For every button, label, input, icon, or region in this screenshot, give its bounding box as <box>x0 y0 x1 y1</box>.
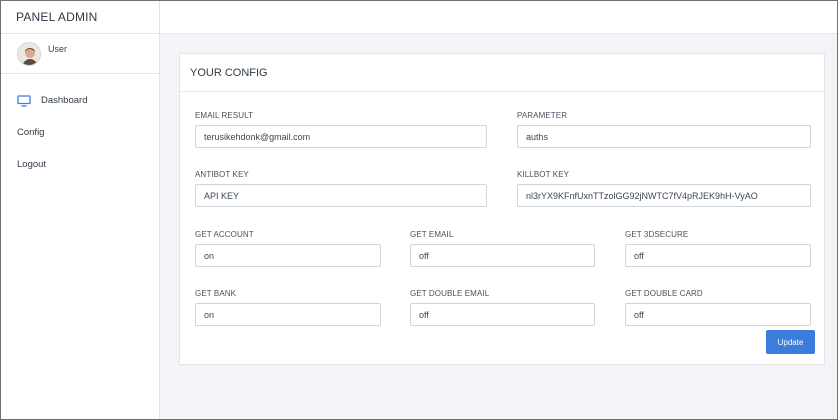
email-result-group: EMAIL RESULT <box>195 110 487 150</box>
get-double-card-group: GET DOUBLE CARD <box>625 288 811 328</box>
sidebar: PANEL ADMIN User Dashboard Config Logout <box>1 1 160 419</box>
config-card: YOUR CONFIG EMAIL RESULT PARAMETER ANTIB… <box>179 53 825 365</box>
card-title: YOUR CONFIG <box>180 54 824 92</box>
get-double-card-label: GET DOUBLE CARD <box>625 289 703 298</box>
get-email-input[interactable] <box>410 244 595 267</box>
get-double-card-input[interactable] <box>625 303 811 326</box>
top-bar <box>160 1 837 34</box>
sidebar-nav: Dashboard Config Logout <box>1 94 159 190</box>
get-account-group: GET ACCOUNT <box>195 229 381 269</box>
avatar <box>17 42 41 66</box>
get-bank-input[interactable] <box>195 303 381 326</box>
sidebar-item-dashboard[interactable]: Dashboard <box>1 94 159 126</box>
antibot-key-group: ANTIBOT KEY <box>195 169 487 209</box>
monitor-icon <box>17 95 31 107</box>
killbot-key-label: KILLBOT KEY <box>517 170 570 179</box>
avatar-image <box>18 43 40 65</box>
sidebar-item-label: Dashboard <box>41 95 88 106</box>
get-email-group: GET EMAIL <box>410 229 595 269</box>
get-account-label: GET ACCOUNT <box>195 230 254 239</box>
killbot-key-input[interactable] <box>517 184 811 207</box>
app-window: PANEL ADMIN User Dashboard Config Logout… <box>0 0 838 420</box>
email-result-input[interactable] <box>195 125 487 148</box>
killbot-key-group: KILLBOT KEY <box>517 169 811 209</box>
sidebar-item-label: Logout <box>17 159 47 170</box>
parameter-label: PARAMETER <box>517 111 568 120</box>
get-3dsecure-group: GET 3DSECURE <box>625 229 811 269</box>
get-3dsecure-label: GET 3DSECURE <box>625 230 689 239</box>
email-result-label: EMAIL RESULT <box>195 111 254 120</box>
get-email-label: GET EMAIL <box>410 230 454 239</box>
antibot-key-label: ANTIBOT KEY <box>195 170 249 179</box>
antibot-key-input[interactable] <box>195 184 487 207</box>
get-double-email-input[interactable] <box>410 303 595 326</box>
get-double-email-group: GET DOUBLE EMAIL <box>410 288 595 328</box>
user-profile[interactable]: User <box>1 34 159 74</box>
main-content: YOUR CONFIG EMAIL RESULT PARAMETER ANTIB… <box>160 34 837 419</box>
get-bank-group: GET BANK <box>195 288 381 328</box>
parameter-group: PARAMETER <box>517 110 811 150</box>
sidebar-item-config[interactable]: Config <box>1 126 159 158</box>
sidebar-item-label: Config <box>17 127 45 138</box>
parameter-input[interactable] <box>517 125 811 148</box>
update-button[interactable]: Update <box>766 330 815 354</box>
user-name: User <box>48 44 68 54</box>
brand-title: PANEL ADMIN <box>1 1 159 34</box>
get-account-input[interactable] <box>195 244 381 267</box>
get-double-email-label: GET DOUBLE EMAIL <box>410 289 490 298</box>
get-bank-label: GET BANK <box>195 289 237 298</box>
sidebar-item-logout[interactable]: Logout <box>1 158 159 190</box>
get-3dsecure-input[interactable] <box>625 244 811 267</box>
